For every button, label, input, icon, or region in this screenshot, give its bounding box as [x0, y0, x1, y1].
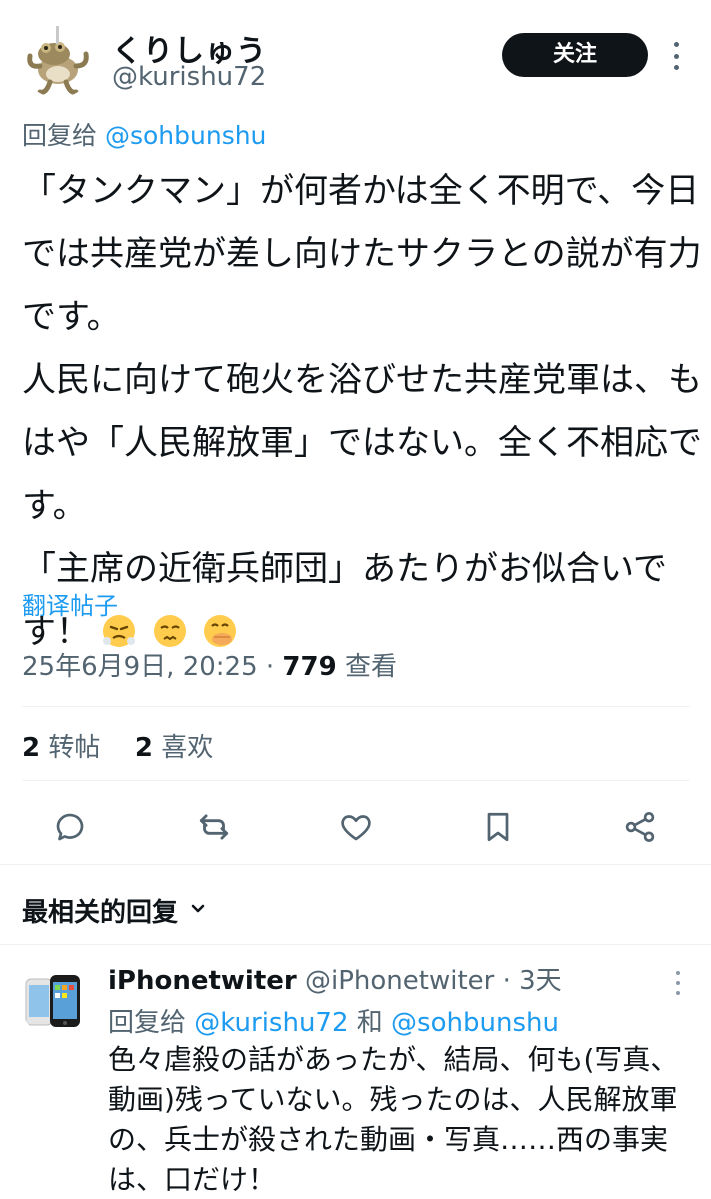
iphone-avatar-icon[interactable]: [20, 965, 92, 1037]
share-icon[interactable]: [616, 803, 664, 851]
post-timestamp[interactable]: 25年6月9日, 20:25 ·: [22, 652, 282, 682]
persevering-face-emoji-icon: [152, 607, 188, 647]
likes-label: 喜欢: [161, 733, 214, 763]
follow-button[interactable]: 关注: [502, 33, 648, 77]
reply-author-name[interactable]: iPhonetwiter: [108, 966, 297, 996]
reply-text-line: の、兵士が殺された動画・写真……西の事実: [108, 1123, 669, 1156]
divider: [22, 706, 690, 707]
frog-avatar-icon[interactable]: [22, 26, 94, 98]
like-icon[interactable]: [332, 803, 380, 851]
repost-icon[interactable]: [190, 803, 238, 851]
post-meta: 25年6月9日, 20:25 · 779 查看: [22, 646, 397, 683]
author-handle[interactable]: @kurishu72: [112, 62, 266, 92]
bookmark-icon[interactable]: [474, 803, 522, 851]
more-options-icon[interactable]: [664, 38, 688, 74]
post-text: 「タンクマン」が何者かは全く不明で、今日 では共産党が差し向けたサクラとの説が有…: [22, 160, 702, 664]
reply-to-line: 回复给 @sohbunshu: [22, 116, 266, 152]
post-text-line: す。: [22, 486, 87, 526]
post-text-line: 人民に向けて砲火を浴びせた共産党軍は、も: [22, 360, 702, 400]
post-detail-page: くりしゅう @kurishu72 关注 回复给 @sohbunshu 「タンクマ…: [0, 0, 711, 1199]
reply-icon[interactable]: [46, 803, 94, 851]
views-count: 779: [282, 652, 337, 682]
reply-handle-time[interactable]: @iPhonetwiter · 3天: [297, 966, 562, 996]
post-text-line: では共産党が差し向けたサクラとの説が有力: [22, 234, 702, 274]
translate-post-link[interactable]: 翻译帖子: [22, 586, 118, 621]
post-text-line: 「主席の近衛兵師団」あたりがお似合いで: [22, 549, 667, 589]
reply-text: 色々虐殺の話があったが、結局、何も(写真、 動画)残っていない。残ったのは、人民…: [108, 1040, 698, 1199]
replies-sort-dropdown[interactable]: 最相关的回复: [22, 892, 208, 929]
reply-to-mention[interactable]: @kurishu72: [194, 1008, 348, 1038]
replies-sort-label: 最相关的回复: [22, 898, 179, 928]
reply-text-line: 動画)残っていない。残ったのは、人民解放軍: [108, 1083, 678, 1116]
post-text-line: です。: [22, 297, 121, 337]
chevron-down-icon: [188, 896, 208, 926]
hand-over-mouth-emoji-icon: [202, 607, 238, 647]
reply-text-line: 色々虐殺の話があったが、結局、何も(写真、: [108, 1043, 679, 1076]
reply-text-line: は、口だけ！: [108, 1163, 277, 1196]
post-text-line: はや「人民解放軍」ではない。全く不相応で: [22, 423, 702, 463]
divider: [22, 780, 690, 781]
reposts-stat[interactable]: 2 转帖: [22, 733, 100, 763]
reply-more-options-icon[interactable]: [667, 968, 689, 998]
post-actions-bar: [0, 797, 711, 857]
reply-to-prefix: 回复给: [22, 121, 98, 150]
post-text-line: 「タンクマン」が何者かは全く不明で、今日: [22, 171, 700, 211]
likes-stat[interactable]: 2 喜欢: [135, 733, 213, 763]
reply-to-and: 和: [348, 1008, 392, 1038]
reply-to-mention[interactable]: @sohbunshu: [105, 121, 266, 150]
reply-to-mention[interactable]: @sohbunshu: [391, 1008, 559, 1038]
likes-count: 2: [134, 733, 153, 763]
divider: [0, 864, 711, 865]
post-stats: 2 转帖 2 喜欢: [22, 727, 213, 764]
reply-reply-to-line: 回复给 @kurishu72 和 @sohbunshu: [108, 1002, 559, 1039]
reply-to-prefix: 回复给: [108, 1008, 195, 1038]
reposts-label: 转帖: [48, 733, 101, 763]
reply-header: iPhonetwiter @iPhonetwiter · 3天: [108, 960, 562, 997]
reposts-count: 2: [22, 733, 41, 763]
views-label: 查看: [336, 652, 397, 682]
post-header: くりしゅう @kurishu72 关注: [0, 0, 711, 110]
divider: [0, 944, 711, 945]
